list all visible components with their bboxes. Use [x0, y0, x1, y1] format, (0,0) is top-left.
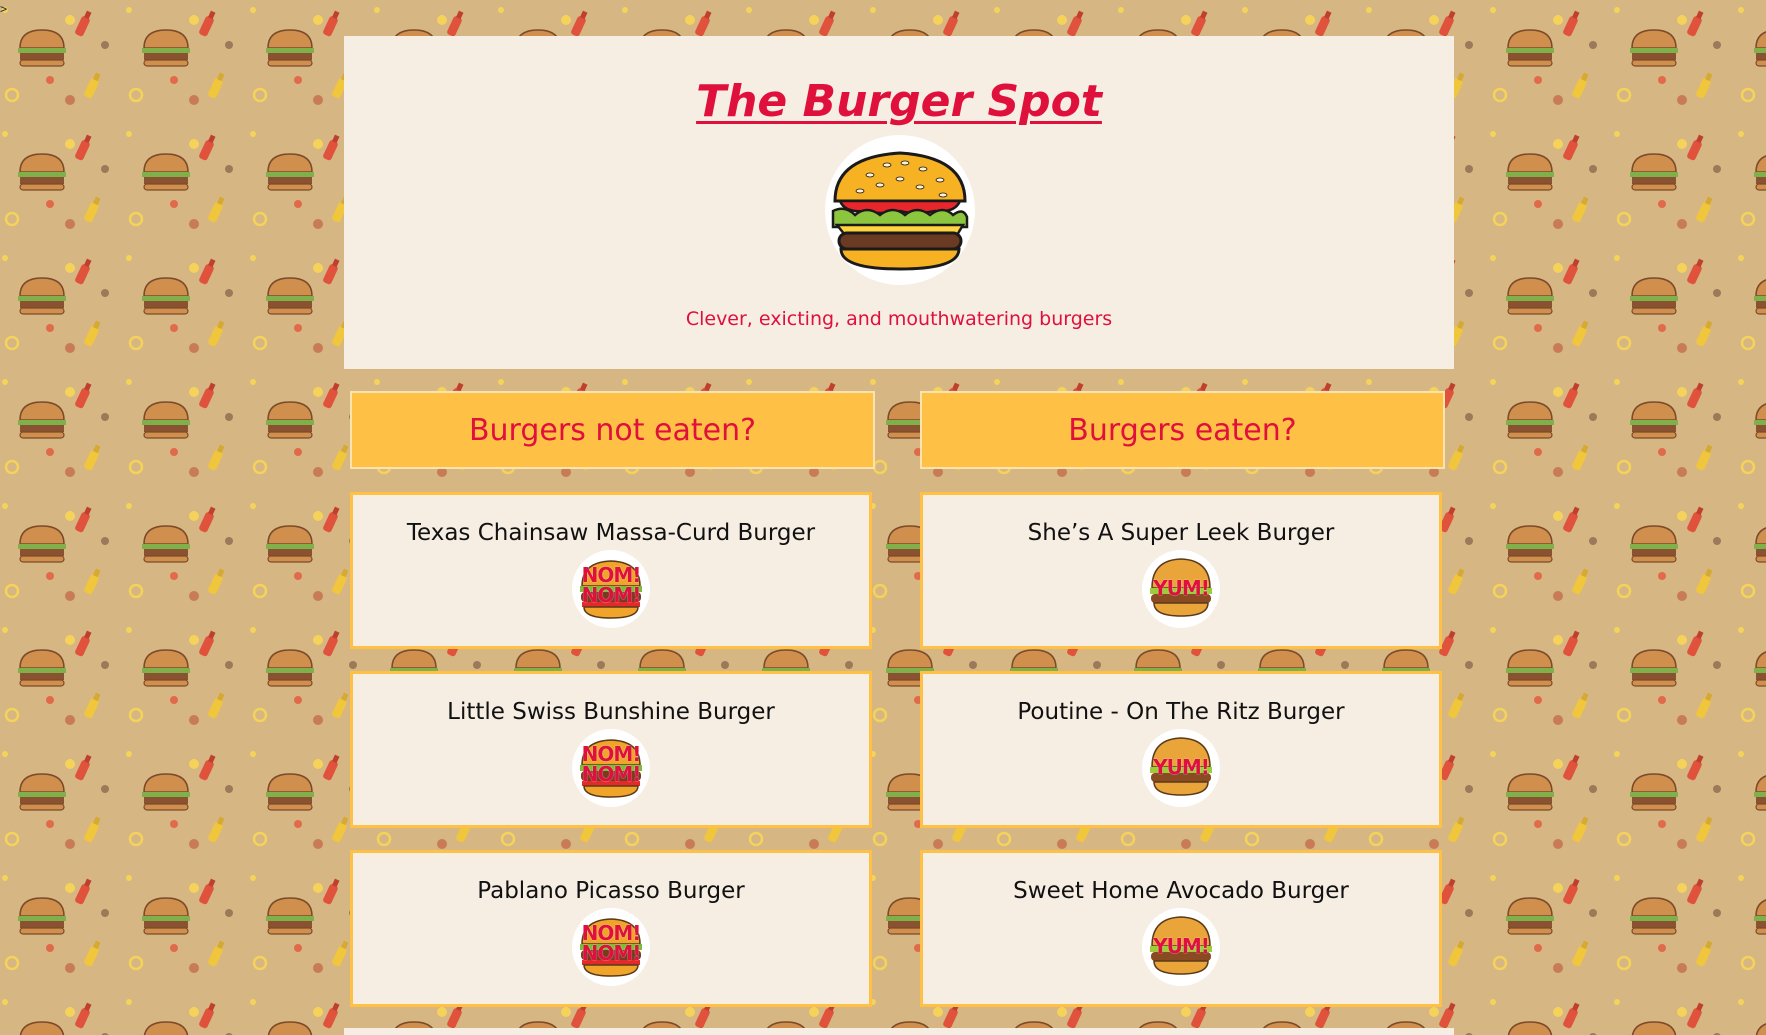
next-panel-edge — [344, 1028, 1454, 1035]
burger-card-eaten[interactable]: Sweet Home Avocado Burger YUM! — [920, 850, 1442, 1007]
burger-thumbnail[interactable]: YUM! — [1142, 729, 1220, 807]
burger-thumbnail[interactable]: NOM! NOM! — [572, 729, 650, 807]
burger-name: Sweet Home Avocado Burger — [1013, 878, 1349, 904]
burger-card-eaten[interactable]: She’s A Super Leek Burger YUM! — [920, 492, 1442, 649]
burger-thumbnail[interactable]: YUM! — [1142, 550, 1220, 628]
burger-thumbnail[interactable]: NOM! NOM! — [572, 550, 650, 628]
yum-stamp: YUM! — [1153, 755, 1210, 779]
burger-thumbnail[interactable]: NOM! NOM! — [572, 908, 650, 986]
site-header: The Burger Spot Clever, exicting, and mo… — [344, 36, 1454, 369]
burgers-eaten-header[interactable]: Burgers eaten? — [920, 391, 1445, 469]
yum-stamp: YUM! — [1153, 934, 1210, 958]
burger-card-not-eaten[interactable]: Little Swiss Bunshine Burger NOM! NOM! — [350, 671, 872, 828]
burgers-not-eaten-header[interactable]: Burgers not eaten? — [350, 391, 875, 469]
burger-card-not-eaten[interactable]: Pablano Picasso Burger NOM! NOM! — [350, 850, 872, 1007]
site-title: The Burger Spot — [696, 76, 1102, 127]
burger-card-eaten[interactable]: Poutine - On The Ritz Burger YUM! — [920, 671, 1442, 828]
burger-name: Little Swiss Bunshine Burger — [447, 699, 775, 725]
burger-name: Texas Chainsaw Massa-Curd Burger — [406, 520, 816, 546]
burger-card-not-eaten[interactable]: Texas Chainsaw Massa-Curd Burger NOM! NO… — [350, 492, 872, 649]
burger-thumbnail[interactable]: YUM! — [1142, 908, 1220, 986]
burger-logo-icon — [831, 151, 969, 271]
burger-name: Pablano Picasso Burger — [477, 878, 745, 904]
site-tagline: Clever, exicting, and mouthwatering burg… — [685, 308, 1113, 330]
burger-logo — [825, 135, 975, 285]
nom-stamp: NOM! NOM! — [581, 921, 642, 965]
burger-name: Poutine - On The Ritz Burger — [1017, 699, 1345, 725]
yum-stamp: YUM! — [1153, 576, 1210, 600]
burger-name: She’s A Super Leek Burger — [1027, 520, 1335, 546]
nom-stamp: NOM! NOM! — [581, 742, 642, 786]
corner-glyph: > — [0, 2, 8, 16]
nom-stamp: NOM! NOM! — [581, 563, 642, 607]
